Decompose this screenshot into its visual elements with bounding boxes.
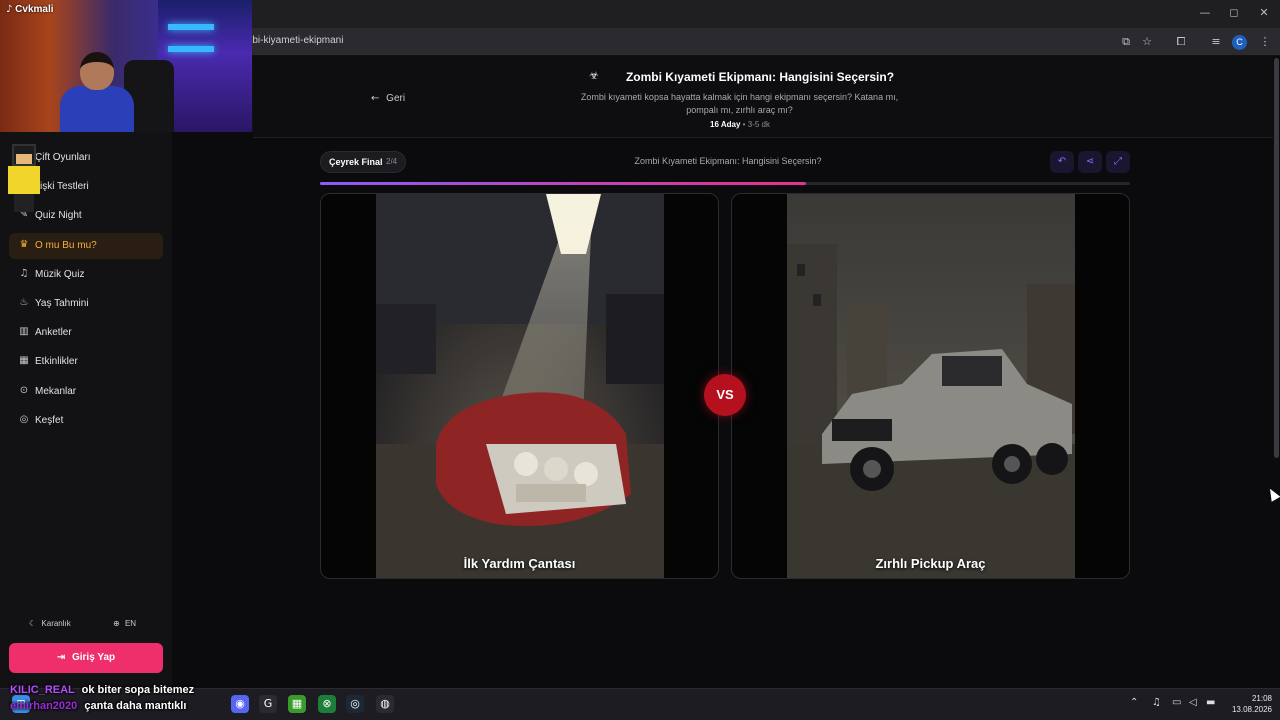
progress-fill (320, 182, 806, 185)
reading-list-icon[interactable]: ≡ (1208, 34, 1224, 50)
round-badge: Çeyrek Final 2/4 (320, 151, 406, 173)
round-name: Çeyrek Final (329, 157, 383, 167)
sidebar-item-label: Keşfet (35, 414, 64, 426)
battery-icon[interactable]: ▬ (1206, 697, 1215, 708)
compass-icon: ◎ (19, 413, 29, 425)
option-card-right[interactable]: Zırhlı Pickup Araç (731, 193, 1130, 579)
more-menu-icon[interactable]: ⋮ (1257, 34, 1273, 50)
sidebar-item-label: O mu Bu mu? (35, 239, 97, 251)
sidebar-item-label: Etkinlikler (35, 356, 78, 368)
undo-button[interactable]: ↶ (1050, 151, 1074, 173)
url-text[interactable]: mbi-kiyameti-ekipmani (244, 35, 343, 46)
duration: 3-5 dk (747, 120, 770, 129)
share-button[interactable]: ⋖ (1078, 151, 1102, 173)
sidebar-item-yaş-tahmini[interactable]: ♨ Yaş Tahmini (9, 291, 163, 317)
clock-date: 13.08.2026 (1231, 705, 1272, 714)
sidebar-item-label: Müzik Quiz (35, 268, 85, 280)
arrow-left-icon: ← (371, 93, 380, 104)
progress-track (320, 182, 1130, 185)
bookmark-star-icon[interactable]: ☆ (1139, 34, 1155, 50)
login-label: Giriş Yap (71, 652, 116, 663)
profile-avatar[interactable]: C (1232, 35, 1247, 50)
xbox-icon[interactable]: ⊗ (318, 695, 336, 713)
calendar-icon: ▦ (19, 355, 29, 367)
taskbar-clock[interactable]: 21:08 13.08.2026 (1228, 693, 1272, 715)
extensions-icon[interactable]: ⧠ (1173, 34, 1189, 50)
steam-icon[interactable]: ◎ (346, 695, 364, 713)
login-button[interactable]: ⇥ Giriş Yap (9, 643, 163, 673)
globe-icon: ⊕ (113, 619, 120, 628)
login-icon: ⇥ (56, 652, 66, 663)
obs-icon[interactable]: ◍ (376, 695, 394, 713)
back-label: Geri (386, 93, 406, 104)
sidebar-item-label: Mekanlar (35, 385, 77, 397)
minecraft-icon[interactable]: ▦ (288, 695, 306, 713)
g-hub-icon[interactable]: G (259, 695, 277, 713)
volume-icon[interactable]: ◁ (1189, 697, 1197, 708)
maximize-icon[interactable]: ◻ (1227, 6, 1241, 20)
tiktok-icon: ♪ (6, 4, 13, 15)
language-label: EN (124, 619, 137, 628)
back-button[interactable]: ← Geri (371, 93, 405, 104)
sidebar-item-keşfet[interactable]: ◎ Keşfet (9, 408, 163, 434)
armored-pickup-image (787, 194, 1075, 578)
first-aid-kit-image (376, 194, 664, 578)
close-icon[interactable]: ✕ (1257, 6, 1271, 20)
headphones-icon: ♫ (19, 267, 29, 279)
chat-text: çanta daha mantıklı (84, 700, 187, 712)
chat-text: ok biter sopa bitemez (81, 684, 195, 696)
clock-time: 21:08 (1251, 694, 1272, 703)
webcam-overlay: ♪ Cvkmali (0, 0, 252, 132)
sidebar-item-anketler[interactable]: ▥ Anketler (9, 320, 163, 346)
share-icon: ⋖ (1085, 156, 1095, 167)
sidebar-item-etkinlikler[interactable]: ▦ Etkinlikler (9, 349, 163, 375)
mic-icon[interactable]: ♫ (1152, 697, 1161, 708)
streamer-name: Cvkmali (15, 4, 54, 15)
minimize-icon[interactable]: — (1198, 6, 1212, 20)
cake-icon: ♨ (19, 297, 29, 308)
sidebar-item-müzik-quiz[interactable]: ♫ Müzik Quiz (9, 262, 163, 288)
chat-username: emirhan2020 (10, 700, 78, 712)
page-title: Zombi Kıyameti Ekipmanı: Hangisini Seçer… (625, 70, 895, 84)
bar-chart-icon: ▥ (19, 326, 29, 338)
sidebar-item-o-mu-bu-mu-[interactable]: ♛ O mu Bu mu? (9, 232, 163, 259)
page-meta: 16 Aday • 3-5 dk (710, 120, 770, 129)
option-card-left[interactable]: İlk Yardım Çantası (320, 193, 719, 579)
vs-badge: VS (704, 374, 746, 416)
chat-username: KILIC_REAL (10, 684, 75, 696)
undo-icon: ↶ (1057, 156, 1067, 167)
cast-icon[interactable]: ⧉ (1118, 34, 1134, 50)
theme-toggle[interactable]: ☾ Karanlık (29, 619, 71, 628)
chat-message: KILIC_REAL ok biter sopa bitemez (10, 682, 194, 698)
candidate-count: 16 Aday (710, 120, 741, 129)
minecraft-character-overlay (4, 144, 44, 214)
language-toggle[interactable]: ⊕ EN (113, 619, 136, 628)
option-label-left: İlk Yardım Çantası (463, 556, 576, 571)
discord-icon[interactable]: ◉ (231, 695, 249, 713)
network-icon[interactable]: ▭ (1172, 697, 1181, 708)
sidebar-item-mekanlar[interactable]: ⊙ Mekanlar (9, 379, 163, 405)
sidebar-item-label: Yaş Tahmini (35, 298, 89, 309)
scrollbar-thumb[interactable] (1274, 58, 1279, 458)
game-title: Zombi Kıyameti Ekipmanı: Hangisini Seçer… (634, 156, 822, 166)
round-counter: 2/4 (386, 157, 398, 166)
fullscreen-icon: ⤢ (1114, 156, 1122, 167)
sidebar-item-label: Anketler (35, 327, 72, 339)
tray-chevron-icon[interactable]: ⌃ (1130, 697, 1138, 708)
stream-chat-overlay: KILIC_REAL ok biter sopa bitemez emirhan… (10, 682, 194, 714)
option-label-right: Zırhlı Pickup Araç (875, 556, 986, 571)
fullscreen-button[interactable]: ⤢ (1106, 151, 1130, 173)
map-pin-icon: ⊙ (19, 384, 29, 396)
trophy-icon: ♛ (19, 238, 29, 250)
streamer-figure (60, 52, 134, 132)
theme-label: Karanlık (41, 619, 71, 628)
page-description: Zombi kıyameti kopsa hayatta kalmak için… (580, 92, 899, 115)
streamer-tag: ♪ Cvkmali (6, 4, 54, 15)
moon-icon: ☾ (29, 619, 37, 628)
chat-message: emirhan2020 çanta daha mantıklı (10, 698, 194, 714)
